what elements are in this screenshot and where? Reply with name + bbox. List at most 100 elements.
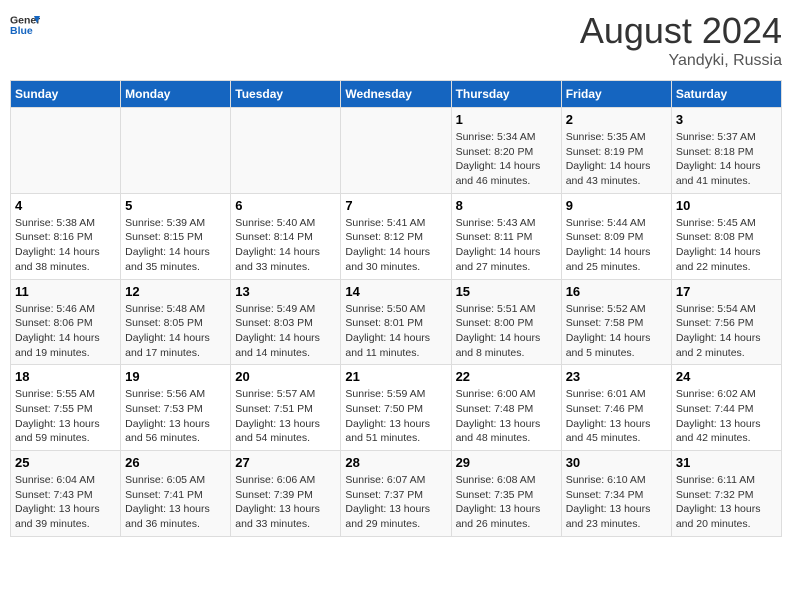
weekday-header: Saturday — [671, 81, 781, 108]
calendar-day-cell: 16Sunrise: 5:52 AM Sunset: 7:58 PM Dayli… — [561, 279, 671, 365]
day-info: Sunrise: 5:35 AM Sunset: 8:19 PM Dayligh… — [566, 130, 667, 189]
day-number: 13 — [235, 284, 336, 299]
day-info: Sunrise: 5:49 AM Sunset: 8:03 PM Dayligh… — [235, 302, 336, 361]
calendar-day-cell: 2 Sunrise: 5:35 AM Sunset: 8:19 PM Daylig… — [561, 108, 671, 194]
day-number: 30 — [566, 455, 667, 470]
weekday-header: Tuesday — [231, 81, 341, 108]
logo: General Blue — [10, 10, 40, 40]
day-number: 24 — [676, 369, 777, 384]
calendar-day-cell: 11Sunrise: 5:46 AM Sunset: 8:06 PM Dayli… — [11, 279, 121, 365]
day-info: Sunrise: 5:56 AM Sunset: 7:53 PM Dayligh… — [125, 387, 226, 446]
calendar-day-cell: 26 Sunrise: 6:05 AM Sunset: 7:41 PM Dayli… — [121, 451, 231, 537]
day-info: Sunrise: 6:07 AM Sunset: 7:37 PM Dayligh… — [345, 473, 446, 532]
day-info: Sunrise: 5:38 AM Sunset: 8:16 PM Dayligh… — [15, 216, 116, 275]
day-info: Sunrise: 5:45 AM Sunset: 8:08 PM Dayligh… — [676, 216, 777, 275]
day-info: Sunrise: 5:44 AM Sunset: 8:09 PM Dayligh… — [566, 216, 667, 275]
calendar-day-cell: 23 Sunrise: 6:01 AM Sunset: 7:46 PM Dayli… — [561, 365, 671, 451]
day-info: Sunrise: 6:05 AM Sunset: 7:41 PM Dayligh… — [125, 473, 226, 532]
calendar-day-cell: 31 Sunrise: 6:11 AM Sunset: 7:32 PM Dayli… — [671, 451, 781, 537]
day-number: 15 — [456, 284, 557, 299]
day-info: Sunrise: 5:59 AM Sunset: 7:50 PM Dayligh… — [345, 387, 446, 446]
day-info: Sunrise: 5:57 AM Sunset: 7:51 PM Dayligh… — [235, 387, 336, 446]
calendar-day-cell: 14 Sunrise: 5:50 AM Sunset: 8:01 PM Dayli… — [341, 279, 451, 365]
calendar-week-row: 11Sunrise: 5:46 AM Sunset: 8:06 PM Dayli… — [11, 279, 782, 365]
calendar-day-cell: 17 Sunrise: 5:54 AM Sunset: 7:56 PM Dayli… — [671, 279, 781, 365]
weekday-header: Wednesday — [341, 81, 451, 108]
day-number: 23 — [566, 369, 667, 384]
weekday-header: Thursday — [451, 81, 561, 108]
calendar-week-row: 25 Sunrise: 6:04 AM Sunset: 7:43 PM Dayli… — [11, 451, 782, 537]
calendar-day-cell: 10 Sunrise: 5:45 AM Sunset: 8:08 PM Dayli… — [671, 193, 781, 279]
day-number: 10 — [676, 198, 777, 213]
weekday-header: Friday — [561, 81, 671, 108]
month-year-title: August 2024 — [580, 10, 782, 52]
calendar-day-cell: 8 Sunrise: 5:43 AM Sunset: 8:11 PM Daylig… — [451, 193, 561, 279]
calendar-day-cell: 7Sunrise: 5:41 AM Sunset: 8:12 PM Daylig… — [341, 193, 451, 279]
calendar-day-cell: 25 Sunrise: 6:04 AM Sunset: 7:43 PM Dayli… — [11, 451, 121, 537]
calendar-day-cell — [121, 108, 231, 194]
day-number: 28 — [345, 455, 446, 470]
day-info: Sunrise: 6:10 AM Sunset: 7:34 PM Dayligh… — [566, 473, 667, 532]
calendar-week-row: 18Sunrise: 5:55 AM Sunset: 7:55 PM Dayli… — [11, 365, 782, 451]
day-info: Sunrise: 6:01 AM Sunset: 7:46 PM Dayligh… — [566, 387, 667, 446]
day-info: Sunrise: 5:34 AM Sunset: 8:20 PM Dayligh… — [456, 130, 557, 189]
calendar-day-cell: 12Sunrise: 5:48 AM Sunset: 8:05 PM Dayli… — [121, 279, 231, 365]
day-number: 9 — [566, 198, 667, 213]
day-info: Sunrise: 5:51 AM Sunset: 8:00 PM Dayligh… — [456, 302, 557, 361]
calendar-day-cell: 20 Sunrise: 5:57 AM Sunset: 7:51 PM Dayli… — [231, 365, 341, 451]
day-number: 17 — [676, 284, 777, 299]
calendar-day-cell: 22 Sunrise: 6:00 AM Sunset: 7:48 PM Dayli… — [451, 365, 561, 451]
day-number: 26 — [125, 455, 226, 470]
logo-icon: General Blue — [10, 10, 40, 40]
day-info: Sunrise: 6:08 AM Sunset: 7:35 PM Dayligh… — [456, 473, 557, 532]
weekday-header-row: SundayMondayTuesdayWednesdayThursdayFrid… — [11, 81, 782, 108]
weekday-header: Monday — [121, 81, 231, 108]
page-header: General Blue August 2024 Yandyki, Russia — [10, 10, 782, 70]
day-number: 12 — [125, 284, 226, 299]
calendar-day-cell — [341, 108, 451, 194]
day-number: 25 — [15, 455, 116, 470]
day-info: Sunrise: 5:54 AM Sunset: 7:56 PM Dayligh… — [676, 302, 777, 361]
day-info: Sunrise: 5:43 AM Sunset: 8:11 PM Dayligh… — [456, 216, 557, 275]
day-number: 3 — [676, 112, 777, 127]
day-info: Sunrise: 6:06 AM Sunset: 7:39 PM Dayligh… — [235, 473, 336, 532]
day-number: 27 — [235, 455, 336, 470]
calendar-day-cell: 18Sunrise: 5:55 AM Sunset: 7:55 PM Dayli… — [11, 365, 121, 451]
day-info: Sunrise: 6:00 AM Sunset: 7:48 PM Dayligh… — [456, 387, 557, 446]
day-info: Sunrise: 5:41 AM Sunset: 8:12 PM Dayligh… — [345, 216, 446, 275]
calendar-day-cell: 24Sunrise: 6:02 AM Sunset: 7:44 PM Dayli… — [671, 365, 781, 451]
calendar-day-cell: 27 Sunrise: 6:06 AM Sunset: 7:39 PM Dayli… — [231, 451, 341, 537]
day-info: Sunrise: 6:04 AM Sunset: 7:43 PM Dayligh… — [15, 473, 116, 532]
calendar-week-row: 1Sunrise: 5:34 AM Sunset: 8:20 PM Daylig… — [11, 108, 782, 194]
day-info: Sunrise: 6:11 AM Sunset: 7:32 PM Dayligh… — [676, 473, 777, 532]
title-block: August 2024 Yandyki, Russia — [580, 10, 782, 70]
day-number: 8 — [456, 198, 557, 213]
day-info: Sunrise: 5:37 AM Sunset: 8:18 PM Dayligh… — [676, 130, 777, 189]
day-number: 14 — [345, 284, 446, 299]
day-number: 18 — [15, 369, 116, 384]
day-number: 21 — [345, 369, 446, 384]
calendar-day-cell: 3 Sunrise: 5:37 AM Sunset: 8:18 PM Daylig… — [671, 108, 781, 194]
day-info: Sunrise: 5:39 AM Sunset: 8:15 PM Dayligh… — [125, 216, 226, 275]
calendar-day-cell — [11, 108, 121, 194]
day-info: Sunrise: 5:40 AM Sunset: 8:14 PM Dayligh… — [235, 216, 336, 275]
day-number: 22 — [456, 369, 557, 384]
day-number: 4 — [15, 198, 116, 213]
calendar-day-cell: 28 Sunrise: 6:07 AM Sunset: 7:37 PM Dayli… — [341, 451, 451, 537]
day-number: 20 — [235, 369, 336, 384]
day-info: Sunrise: 5:52 AM Sunset: 7:58 PM Dayligh… — [566, 302, 667, 361]
day-number: 5 — [125, 198, 226, 213]
calendar-day-cell — [231, 108, 341, 194]
calendar-day-cell: 29 Sunrise: 6:08 AM Sunset: 7:35 PM Dayli… — [451, 451, 561, 537]
calendar-day-cell: 1Sunrise: 5:34 AM Sunset: 8:20 PM Daylig… — [451, 108, 561, 194]
calendar-week-row: 4 Sunrise: 5:38 AM Sunset: 8:16 PM Daylig… — [11, 193, 782, 279]
day-number: 29 — [456, 455, 557, 470]
weekday-header: Sunday — [11, 81, 121, 108]
day-number: 2 — [566, 112, 667, 127]
calendar-day-cell: 5 Sunrise: 5:39 AM Sunset: 8:15 PM Daylig… — [121, 193, 231, 279]
calendar-day-cell: 19Sunrise: 5:56 AM Sunset: 7:53 PM Dayli… — [121, 365, 231, 451]
day-number: 31 — [676, 455, 777, 470]
calendar-day-cell: 13 Sunrise: 5:49 AM Sunset: 8:03 PM Dayli… — [231, 279, 341, 365]
day-number: 11 — [15, 284, 116, 299]
day-info: Sunrise: 5:50 AM Sunset: 8:01 PM Dayligh… — [345, 302, 446, 361]
